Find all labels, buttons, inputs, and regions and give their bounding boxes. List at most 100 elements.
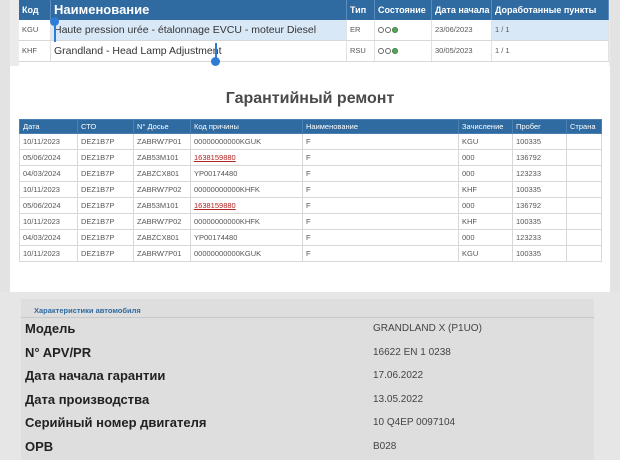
reason-code-link[interactable]: 1638159880 [194, 201, 236, 210]
warranty-cell: F [302, 181, 459, 198]
warranty-cell: DEZ1B7P [77, 181, 134, 198]
warranty-cell: F [302, 197, 459, 214]
vehicle-characteristics: Характеристики автомобиля Модель GRANDLAN… [21, 299, 594, 460]
warranty-cell: ZAB53M101 [133, 197, 191, 214]
warranty-row[interactable]: 04/03/2024 DEZ1B7P ZABZCX801 YP00174480 F 000… [19, 229, 602, 246]
warranty-cell: 123233 [512, 165, 567, 182]
warranty-cell: 10/11/2023 [19, 213, 78, 230]
warranty-row[interactable]: 05/06/2024 DEZ1B7P ZAB53M101 1638159880 F 000… [19, 197, 602, 214]
campaign-kod: KGU [19, 20, 51, 40]
vehicle-spec-label: Дата производства [25, 391, 150, 407]
state-indicator-icon [378, 48, 398, 55]
warranty-cell: F [302, 149, 459, 166]
warranty-cell: 00000000000KGUK [190, 133, 303, 150]
warranty-cell: 100335 [512, 133, 567, 150]
warranty-cell: 04/03/2024 [19, 165, 78, 182]
warranty-cell: 05/06/2024 [19, 197, 78, 214]
vehicle-spec-value: 17.06.2022 [373, 370, 424, 381]
warranty-cell: 100335 [512, 181, 567, 198]
vehicle-spec-row: Серийный номер двигателя 10 Q4EP 0097104 [21, 412, 594, 435]
state-indicator-icon [378, 27, 398, 34]
warranty-cell: F [302, 165, 459, 182]
selection-start-handle[interactable] [50, 17, 59, 26]
warranty-cell: 136792 [512, 197, 567, 214]
warranty-cell: 00000000000KHFK [190, 213, 303, 230]
reason-code-link[interactable]: 1638159880 [194, 153, 236, 162]
warranty-cell: DEZ1B7P [77, 229, 134, 246]
warranty-row[interactable]: 10/11/2023 DEZ1B7P ZABRW7P01 00000000000KGU… [19, 133, 602, 150]
warranty-cell: DEZ1B7P [77, 245, 134, 262]
warranty-cell [566, 149, 602, 166]
warranty-col-header[interactable]: Страна [566, 119, 602, 134]
warranty-cell: 123233 [512, 229, 567, 246]
warranty-cell: ZABZCX801 [133, 165, 191, 182]
warranty-row[interactable]: 04/03/2024 DEZ1B7P ZABZCX801 YP00174480 F 000… [19, 165, 602, 182]
warranty-cell: DEZ1B7P [77, 149, 134, 166]
warranty-cell: ZABRW7P02 [133, 181, 191, 198]
warranty-cell: 10/11/2023 [19, 245, 78, 262]
warranty-section: Гарантийный ремонт Дата СТО N° Досье Код пр… [10, 66, 610, 292]
warranty-cell [566, 133, 602, 150]
col-name-header[interactable]: Наименование [51, 0, 347, 20]
vehicle-spec-label: OPB [25, 438, 54, 454]
warranty-row[interactable]: 10/11/2023 DEZ1B7P ZABRW7P02 00000000000KHF… [19, 181, 602, 198]
warranty-cell: YP00174480 [190, 165, 303, 182]
warranty-col-header[interactable]: Код причины [190, 119, 303, 134]
warranty-col-header[interactable]: Наименование [302, 119, 459, 134]
vehicle-spec-value: 10 Q4EP 0097104 [373, 417, 456, 428]
warranty-cell: 136792 [512, 149, 567, 166]
campaign-points: 1 / 1 [492, 20, 609, 40]
campaign-grid: Код Наименование Тип Состояние Дата нача… [19, 0, 609, 66]
warranty-cell: F [302, 245, 459, 262]
col-points-header[interactable]: Доработанные пункты [492, 0, 609, 20]
vehicle-spec-row: Дата производства 13.05.2022 [21, 389, 594, 412]
campaign-start-date: 30/05/2023 [432, 41, 492, 61]
warranty-cell: KGU [458, 133, 513, 150]
warranty-cell: 1638159880 [190, 197, 303, 214]
warranty-cell [566, 229, 602, 246]
col-state-header[interactable]: Состояние [375, 0, 432, 20]
selection-end-handle[interactable] [211, 57, 220, 66]
vehicle-spec-value: GRANDLAND X (P1UO) [373, 323, 482, 334]
vehicle-spec-row: Дата начала гарантии 17.06.2022 [21, 365, 594, 388]
campaign-kod: KHF [19, 41, 51, 61]
warranty-cell [566, 245, 602, 262]
warranty-cell: F [302, 133, 459, 150]
warranty-row[interactable]: 10/11/2023 DEZ1B7P ZABRW7P02 00000000000KHF… [19, 213, 602, 230]
warranty-table: Дата СТО N° Досье Код причины Наименование За… [19, 119, 602, 262]
warranty-cell [566, 181, 602, 198]
warranty-cell: 1638159880 [190, 149, 303, 166]
warranty-cell: DEZ1B7P [77, 165, 134, 182]
warranty-cell [566, 165, 602, 182]
campaign-type: RSU [347, 41, 375, 61]
warranty-cell: 05/06/2024 [19, 149, 78, 166]
warranty-cell: ZABRW7P02 [133, 213, 191, 230]
warranty-col-header[interactable]: Дата [19, 119, 78, 134]
warranty-cell: YP00174480 [190, 229, 303, 246]
warranty-cell: 000 [458, 229, 513, 246]
vehicle-spec-label: Дата начала гарантии [25, 368, 166, 383]
campaign-row[interactable]: KHF Grandland - Head Lamp Adjustment RSU… [19, 41, 609, 62]
vehicle-characteristics-title: Характеристики автомобиля [34, 306, 141, 315]
warranty-col-header[interactable]: N° Досье [133, 119, 191, 134]
campaign-state [375, 41, 432, 61]
warranty-cell: 000 [458, 197, 513, 214]
warranty-col-header[interactable]: СТО [77, 119, 134, 134]
warranty-cell: ZABRW7P01 [133, 245, 191, 262]
warranty-row[interactable]: 05/06/2024 DEZ1B7P ZAB53M101 1638159880 F 000… [19, 149, 602, 166]
col-type-header[interactable]: Тип [347, 0, 375, 20]
campaign-points: 1 / 1 [492, 41, 609, 61]
col-kod-header[interactable]: Код [19, 0, 51, 20]
warranty-col-header[interactable]: Зачисление [458, 119, 513, 134]
warranty-cell: 000 [458, 165, 513, 182]
vehicle-spec-label: N° APV/PR [25, 344, 92, 360]
vehicle-spec-row: N° APV/PR 16622 EN 1 0238 [21, 342, 594, 365]
warranty-cell: 000 [458, 149, 513, 166]
campaign-row[interactable]: KGU Haute pression urée - étalonnage EVC… [19, 20, 609, 41]
warranty-cell: DEZ1B7P [77, 133, 134, 150]
warranty-row[interactable]: 10/11/2023 DEZ1B7P ZABRW7P01 00000000000KGU… [19, 245, 602, 262]
col-start-date-header[interactable]: Дата начала [432, 0, 492, 20]
warranty-cell: 100335 [512, 213, 567, 230]
vehicle-spec-label: Серийный номер двигателя [25, 415, 207, 430]
warranty-col-header[interactable]: Пробег [512, 119, 567, 134]
